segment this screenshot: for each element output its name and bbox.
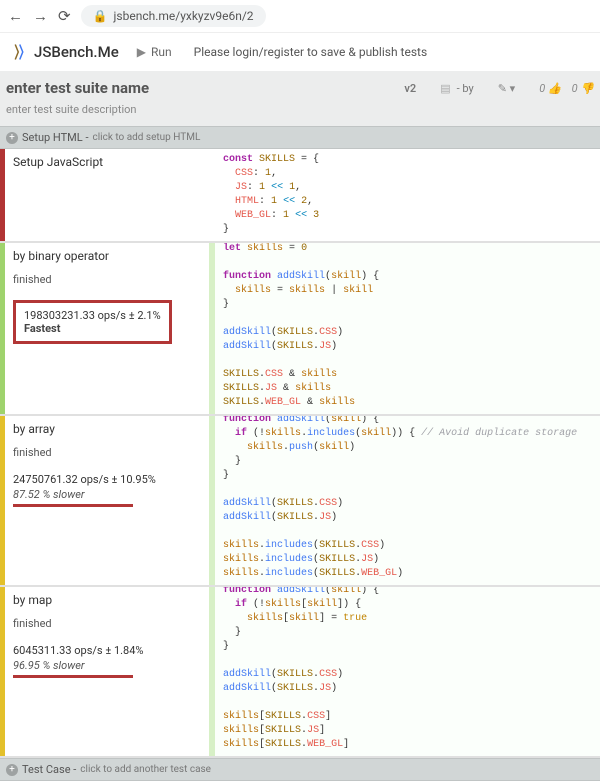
lock-icon: 🔒 — [93, 9, 108, 23]
test-name[interactable]: by array — [13, 422, 201, 436]
back-icon[interactable]: ← — [8, 7, 23, 25]
slower-pct: 87.52 % slower — [13, 488, 201, 501]
fastest-tag: Fastest — [24, 322, 161, 335]
suite-name-input[interactable]: enter test suite name — [6, 79, 404, 97]
diff-gutter — [209, 416, 215, 585]
code-editor-test-2[interactable]: function addSkill(skill) { if (!skills.i… — [213, 416, 600, 581]
login-message: Please login/register to save & publish … — [194, 45, 428, 59]
test-status: finished — [13, 273, 201, 286]
plus-icon: + — [6, 132, 18, 144]
play-icon: ▶ — [137, 45, 146, 59]
setup-js-block: Setup JavaScript const SKILLS = { CSS: 1… — [0, 149, 600, 243]
test-status: finished — [13, 617, 201, 630]
logo[interactable]: JSBench.Me — [10, 43, 119, 61]
test-name[interactable]: by map — [13, 593, 201, 607]
setup-js-label: Setup JavaScript — [13, 155, 201, 169]
logo-icon — [10, 43, 28, 61]
test-case-array: by array finished 24750761.32 ops/s ± 10… — [0, 416, 600, 587]
setup-html-header[interactable]: + Setup HTML - click to add setup HTML — [0, 126, 600, 149]
page-icon: ▤ — [440, 82, 450, 95]
diff-gutter — [209, 587, 215, 756]
forward-icon[interactable]: → — [33, 7, 48, 25]
test-case-map: by map finished 6045311.33 ops/s ± 1.84%… — [0, 587, 600, 758]
by-label: - by — [457, 82, 474, 95]
suite-desc-input[interactable]: enter test suite description — [6, 103, 594, 116]
ops-value: 198303231.33 ops/s ± 2.1% — [24, 309, 161, 322]
add-case-label: Test Case - — [22, 763, 76, 776]
code-editor-test-1[interactable]: let skills = 0 function addSkill(skill) … — [213, 243, 600, 410]
thumbs-up-icon[interactable]: 👍 — [545, 82, 561, 95]
address-bar[interactable]: 🔒 jsbench.me/yxkyzv9e6n/2 — [81, 5, 266, 27]
thumbs-down-icon[interactable]: 👎 — [578, 82, 594, 95]
add-test-case[interactable]: + Test Case - click to add another test … — [0, 758, 600, 781]
setup-html-label: Setup HTML - — [22, 131, 88, 144]
setup-html-hint: click to add setup HTML — [92, 132, 200, 143]
brand-text: JSBench.Me — [34, 43, 119, 61]
code-editor-test-3[interactable]: function addSkill(skill) { if (!skills[s… — [213, 587, 600, 752]
code-editor-setup[interactable]: const SKILLS = { CSS: 1, JS: 1 << 1, HTM… — [213, 153, 600, 237]
ops-value: 6045311.33 ops/s ± 1.84% — [13, 644, 201, 657]
browser-toolbar: ← → ⟳ 🔒 jsbench.me/yxkyzv9e6n/2 — [0, 0, 600, 33]
app-header: JSBench.Me ▶ Run Please login/register t… — [0, 33, 600, 71]
edit-icon[interactable]: ✎ ▾ — [498, 82, 515, 95]
result-underline — [13, 675, 133, 678]
test-case-binary: by binary operator finished 198303231.33… — [0, 243, 600, 416]
slower-pct: 96.95 % slower — [13, 659, 201, 672]
url-text: jsbench.me/yxkyzv9e6n/2 — [114, 9, 254, 23]
add-case-hint: click to add another test case — [80, 764, 211, 775]
diff-gutter — [209, 243, 215, 414]
result-box: 198303231.33 ops/s ± 2.1% Fastest — [13, 300, 172, 344]
run-button[interactable]: ▶ Run — [137, 45, 172, 59]
plus-icon: + — [6, 764, 18, 776]
run-label: Run — [151, 45, 172, 59]
suite-header: enter test suite name v2 ▤ - by ✎ ▾ 0 👍 … — [0, 71, 600, 126]
version-badge: v2 — [404, 82, 416, 95]
result-underline — [13, 504, 133, 507]
reload-icon[interactable]: ⟳ — [58, 7, 71, 25]
test-status: finished — [13, 446, 201, 459]
test-name[interactable]: by binary operator — [13, 249, 201, 263]
ops-value: 24750761.32 ops/s ± 10.95% — [13, 473, 201, 486]
